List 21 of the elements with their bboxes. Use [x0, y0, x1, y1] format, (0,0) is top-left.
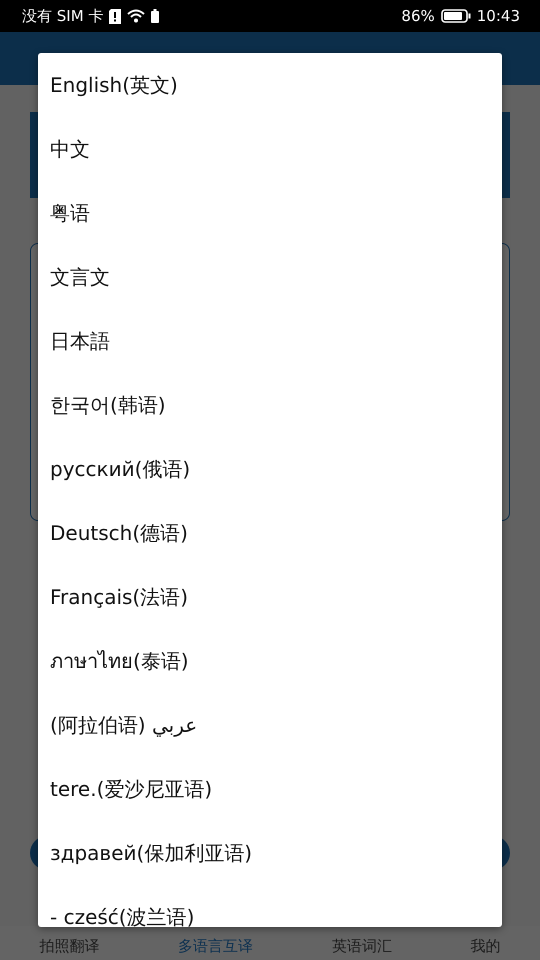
- language-option[interactable]: 中文: [38, 117, 502, 181]
- language-option[interactable]: Français(法语): [38, 565, 502, 629]
- carrier-text: 没有 SIM 卡: [22, 6, 104, 26]
- language-option[interactable]: tere.(爱沙尼亚语): [38, 757, 502, 821]
- sim-alert-icon: [109, 8, 122, 24]
- language-option[interactable]: ภาษาไทย(泰语): [38, 629, 502, 693]
- language-option[interactable]: русский(俄语): [38, 437, 502, 501]
- language-option[interactable]: 日本語: [38, 309, 502, 373]
- battery-icon: [440, 9, 471, 23]
- battery-percent-text: 86%: [401, 7, 435, 25]
- language-option[interactable]: English(英文): [38, 53, 502, 117]
- battery-saver-icon: [151, 9, 160, 23]
- language-option[interactable]: 粤语: [38, 181, 502, 245]
- language-option[interactable]: 文言文: [38, 245, 502, 309]
- language-option[interactable]: 한국어(韩语): [38, 373, 502, 437]
- language-option[interactable]: - cześć(波兰语): [38, 885, 502, 927]
- language-option[interactable]: здравей(保加利亚语): [38, 821, 502, 885]
- language-option[interactable]: (阿拉伯语) عربي: [38, 693, 502, 757]
- wifi-icon: [127, 9, 146, 23]
- language-option[interactable]: Deutsch(德语): [38, 501, 502, 565]
- clock-text: 10:43: [476, 7, 520, 25]
